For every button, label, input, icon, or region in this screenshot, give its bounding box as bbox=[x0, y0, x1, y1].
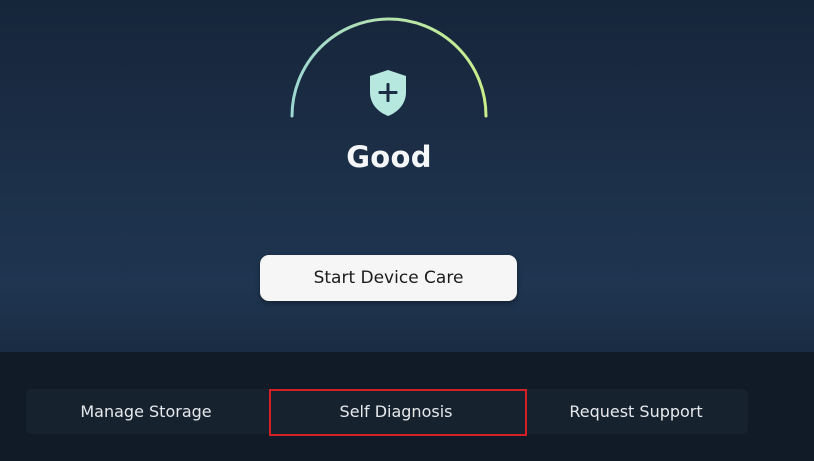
shield-plus-icon bbox=[370, 70, 406, 116]
bottom-menu-bar: Manage Storage Self Diagnosis Request Su… bbox=[26, 389, 748, 434]
device-care-screen: Good Start Device Care Manage Storage Se… bbox=[0, 0, 814, 461]
request-support-button[interactable]: Request Support bbox=[524, 389, 748, 434]
manage-storage-button[interactable]: Manage Storage bbox=[26, 389, 266, 434]
device-status-label: Good bbox=[346, 140, 432, 174]
start-device-care-button[interactable]: Start Device Care bbox=[260, 255, 517, 301]
self-diagnosis-button[interactable]: Self Diagnosis bbox=[268, 389, 524, 434]
